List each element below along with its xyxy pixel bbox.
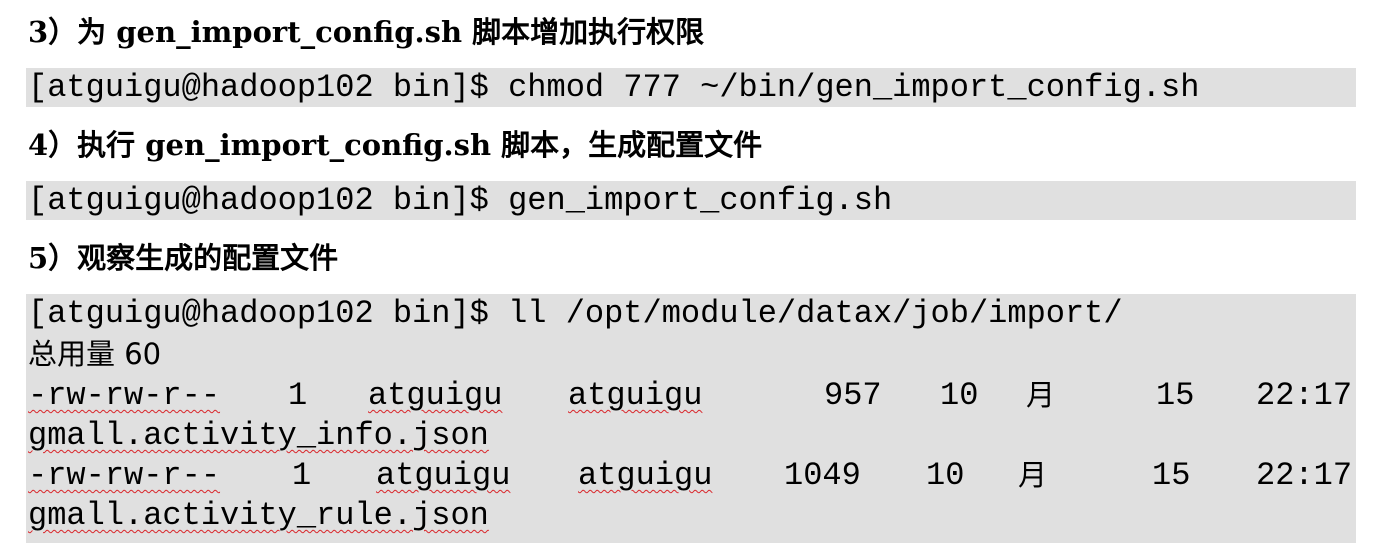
file-time: 22:17 bbox=[1256, 457, 1353, 494]
file-day: 15 bbox=[1152, 457, 1191, 494]
file-group: atguigu bbox=[578, 457, 713, 494]
step-4-code-block: [atguigu@hadoop102 bin]$ gen_import_conf… bbox=[26, 181, 1356, 220]
file-time: 22:17 bbox=[1256, 377, 1353, 414]
file-owner: atguigu bbox=[376, 457, 511, 494]
total-line: 总用量 60 bbox=[28, 337, 162, 371]
file-month-unit: 月 bbox=[1018, 458, 1048, 492]
file-links: 1 bbox=[292, 457, 312, 494]
document-page: 3）为 gen_import_config.sh 脚本增加执行权限 [atgui… bbox=[0, 0, 1374, 549]
file-day: 15 bbox=[1156, 377, 1195, 414]
ll-command: [atguigu@hadoop102 bin]$ ll /opt/module/… bbox=[28, 295, 1123, 332]
file-permissions: -rw-rw-r-- bbox=[28, 377, 221, 414]
file-size: 957 bbox=[824, 377, 882, 414]
step-3-code-block: [atguigu@hadoop102 bin]$ chmod 777 ~/bin… bbox=[26, 68, 1356, 107]
file-name-2: gmall.activity_rule.json bbox=[28, 496, 1356, 535]
file-size: 1049 bbox=[784, 457, 861, 494]
file-month: 10 bbox=[926, 457, 965, 494]
file-month-unit: 月 bbox=[1026, 378, 1056, 412]
step-5-heading: 5）观察生成的配置文件 bbox=[28, 241, 339, 275]
file-name: gmall.activity_info.json bbox=[28, 417, 489, 454]
step-3-heading: 3）为 gen_import_config.sh 脚本增加执行权限 bbox=[28, 15, 705, 49]
file-name-1: gmall.activity_info.json bbox=[28, 416, 1356, 455]
ls-row-2: -rw-rw-r-- 1 atguigu atguigu 1049 10 月 1… bbox=[28, 455, 1356, 496]
file-permissions: -rw-rw-r-- bbox=[28, 457, 221, 494]
file-group: atguigu bbox=[568, 377, 703, 414]
file-owner: atguigu bbox=[368, 377, 503, 414]
file-name: gmall.activity_rule.json bbox=[28, 497, 489, 534]
step-4-heading: 4）执行 gen_import_config.sh 脚本，生成配置文件 bbox=[28, 128, 763, 162]
file-links: 1 bbox=[288, 377, 308, 414]
file-month: 10 bbox=[940, 377, 979, 414]
step-5-code-block: [atguigu@hadoop102 bin]$ ll /opt/module/… bbox=[26, 294, 1356, 543]
chmod-command: [atguigu@hadoop102 bin]$ chmod 777 ~/bin… bbox=[28, 69, 1200, 106]
run-script-command: [atguigu@hadoop102 bin]$ gen_import_conf… bbox=[28, 182, 893, 219]
ls-row-1: -rw-rw-r-- 1 atguigu atguigu 957 10 月 15… bbox=[28, 375, 1356, 416]
